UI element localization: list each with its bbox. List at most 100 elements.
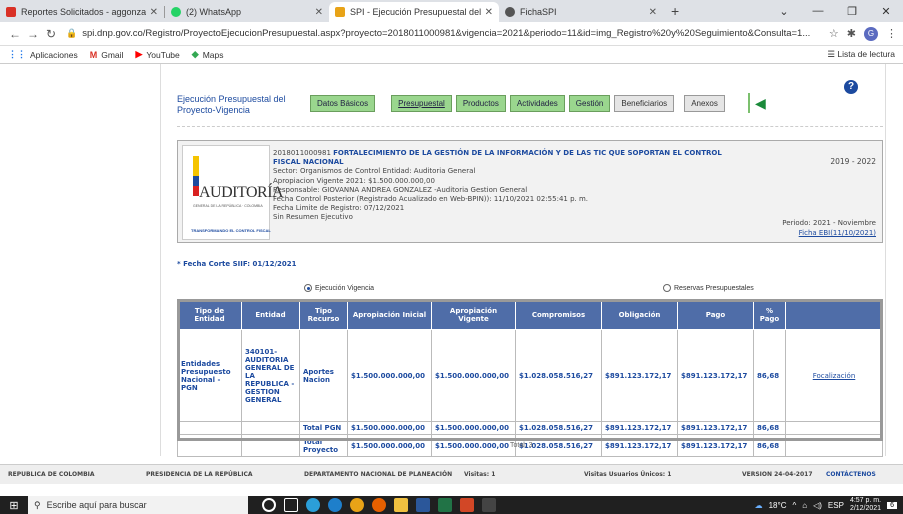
bookmark-label: Gmail [101,49,124,60]
auditoria-logo: AUDITORÍA GENERAL DE LA REPÚBLICA · COLO… [182,145,284,240]
chevron-down-icon[interactable]: ⌄ [767,5,801,18]
firefox-icon[interactable] [372,498,386,512]
menu-icon[interactable]: ⋮ [886,27,897,40]
footer-republica: REPUBLICA DE COLOMBIA [8,471,95,478]
page-content: ? Ejecución Presupuestal del Proyecto-Vi… [0,64,903,496]
close-icon[interactable]: ✕ [649,7,657,18]
radio-vigencia[interactable]: Ejecución Vigencia [304,284,374,292]
radio-button[interactable] [663,284,671,292]
tab-label: Reportes Solicitados - aggonzale [21,7,146,17]
clock[interactable]: 4:57 p. m. 2/12/2021 [850,497,881,513]
divider [748,93,750,113]
bookmark-label: YouTube [146,49,180,60]
reload-icon[interactable]: ↻ [42,27,60,41]
cell-entidad: 340101-AUDITORIA GENERAL DE LA REPUBLICA… [241,329,300,422]
radio-label: Reservas Presupuestales [674,284,754,292]
close-window-button[interactable]: ✕ [869,5,903,18]
footer-dnp: DEPARTAMENTO NACIONAL DE PLANEACIÓN [304,471,453,478]
tab-fichaspi[interactable]: FichaSPI ✕ [499,2,663,22]
bookmark-gmail[interactable]: M Gmail [90,50,124,60]
apps-grid-icon: ⋮⋮ [8,49,26,59]
tab-whatsapp[interactable]: (2) WhatsApp ✕ [165,2,329,22]
powerpoint-icon[interactable] [460,498,474,512]
chrome-icon[interactable] [350,498,364,512]
taskbar-search[interactable]: ⚲ Escribe aquí para buscar [28,496,248,514]
weather-icon[interactable]: ☁ [755,501,763,510]
word-icon[interactable] [416,498,430,512]
lock-icon: 🔒 [66,28,78,38]
project-resumen: Sin Resumen Ejecutivo [273,213,353,222]
extensions-icon[interactable]: ✱ [847,27,856,40]
weather-temp[interactable]: 18°C [769,501,787,510]
tab-spi[interactable]: SPI - Ejecución Presupuestal del ✕ [329,2,499,22]
tab-anexos[interactable]: Anexos [684,95,725,112]
system-tray: ☁ 18°C ^ ⌂ ◁) ESP 4:57 p. m. 2/12/2021 6 [755,496,897,514]
ie-icon[interactable] [328,498,342,512]
tab-gestion[interactable]: Gestión [568,95,611,112]
back-icon[interactable]: ← [6,27,24,41]
cortana-icon[interactable] [262,498,276,512]
table-row: Total PGN $1.500.000.000,00 $1.500.000.0… [177,421,883,435]
tab-actividades[interactable]: Actividades [509,95,565,112]
maximize-button[interactable]: ❐ [835,5,869,18]
search-placeholder: Escribe aquí para buscar [46,500,147,510]
network-icon[interactable]: ⌂ [802,501,807,510]
star-icon[interactable]: ☆ [829,27,839,40]
radio-reservas[interactable]: Reservas Presupuestales [663,284,754,292]
footer-visitas-unicas: Visitas Usuarios Únicos: 1 [584,471,672,478]
cell-compromisos: $1.028.058.516,27 [515,329,602,422]
bookmark-label: Aplicaciones [30,49,78,60]
bookmark-maps[interactable]: ◆ Maps [192,49,224,60]
help-icon[interactable]: ? [844,80,858,94]
window-controls: ⌄ — ❐ ✕ [767,0,903,22]
ficha-ebi-link[interactable]: Ficha EBI(11/10/2021) [782,228,876,238]
language-indicator[interactable]: ESP [828,501,844,510]
calculator-icon[interactable] [482,498,496,512]
project-info-box: AUDITORÍA GENERAL DE LA REPÚBLICA · COLO… [177,140,883,243]
col-entidad: Entidad [241,299,300,330]
forward-icon[interactable]: → [24,27,42,41]
back-arrow-icon[interactable]: ◀ [755,95,766,112]
section-nav: Datos Básicos Presupuestal Productos Act… [310,95,725,112]
cell-empty [177,434,242,457]
tab-gmail[interactable]: Reportes Solicitados - aggonzale ✕ [0,2,164,22]
windows-start-icon[interactable]: ⊞ [0,499,28,512]
reading-list[interactable]: ☰ Lista de lectura [827,49,895,60]
chevron-up-icon[interactable]: ^ [792,501,796,510]
cell-empty [241,434,300,457]
new-tab-button[interactable]: + [671,3,679,19]
spi-icon [335,7,345,17]
close-icon[interactable]: ✕ [315,7,323,18]
close-icon[interactable]: ✕ [485,7,493,18]
excel-icon[interactable] [438,498,452,512]
tab-beneficiarios[interactable]: Beneficiarios [614,95,675,112]
bookmarks-bar: ⋮⋮ Aplicaciones M Gmail ▶ YouTube ◆ Maps ☰ L… [0,46,903,64]
focalizacion-link[interactable]: Focalización [785,329,883,422]
cell-pago: $891.123.172,17 [677,421,754,435]
avatar[interactable]: G [864,26,878,41]
cell-empty [785,421,883,435]
total-count: Total: 3 [510,442,533,449]
gmail-icon [6,7,16,17]
minimize-button[interactable]: — [801,5,835,17]
cell-pago: $891.123.172,17 [677,329,754,422]
table-header: Tipo de Entidad Entidad Tipo Recurso Apr… [177,299,883,330]
radio-button-checked[interactable] [304,284,312,292]
volume-icon[interactable]: ◁) [813,501,822,510]
bookmark-youtube[interactable]: ▶ YouTube [135,49,179,60]
cell-empty [177,421,242,435]
url-field[interactable]: 🔒 spi.dnp.gov.co/Registro/ProyectoEjecuc… [66,25,823,43]
bookmark-apps[interactable]: ⋮⋮ Aplicaciones [8,49,78,60]
contactenos-link[interactable]: CONTÁCTENOS [826,471,876,478]
project-fecha-control: Fecha Control Posterior (Registrado Acua… [273,195,589,204]
clock-date: 2/12/2021 [849,505,882,512]
task-view-icon[interactable] [284,498,298,512]
tab-productos[interactable]: Productos [455,95,506,112]
tab-presupuestal[interactable]: Presupuestal [391,95,452,112]
tab-datos-basicos[interactable]: Datos Básicos [310,95,376,112]
edge-icon[interactable] [306,498,320,512]
close-icon[interactable]: ✕ [150,7,158,18]
file-explorer-icon[interactable] [394,498,408,512]
notifications-icon[interactable]: 6 [887,501,897,509]
period-text: Periodo: 2021 - Noviembre [782,219,876,227]
